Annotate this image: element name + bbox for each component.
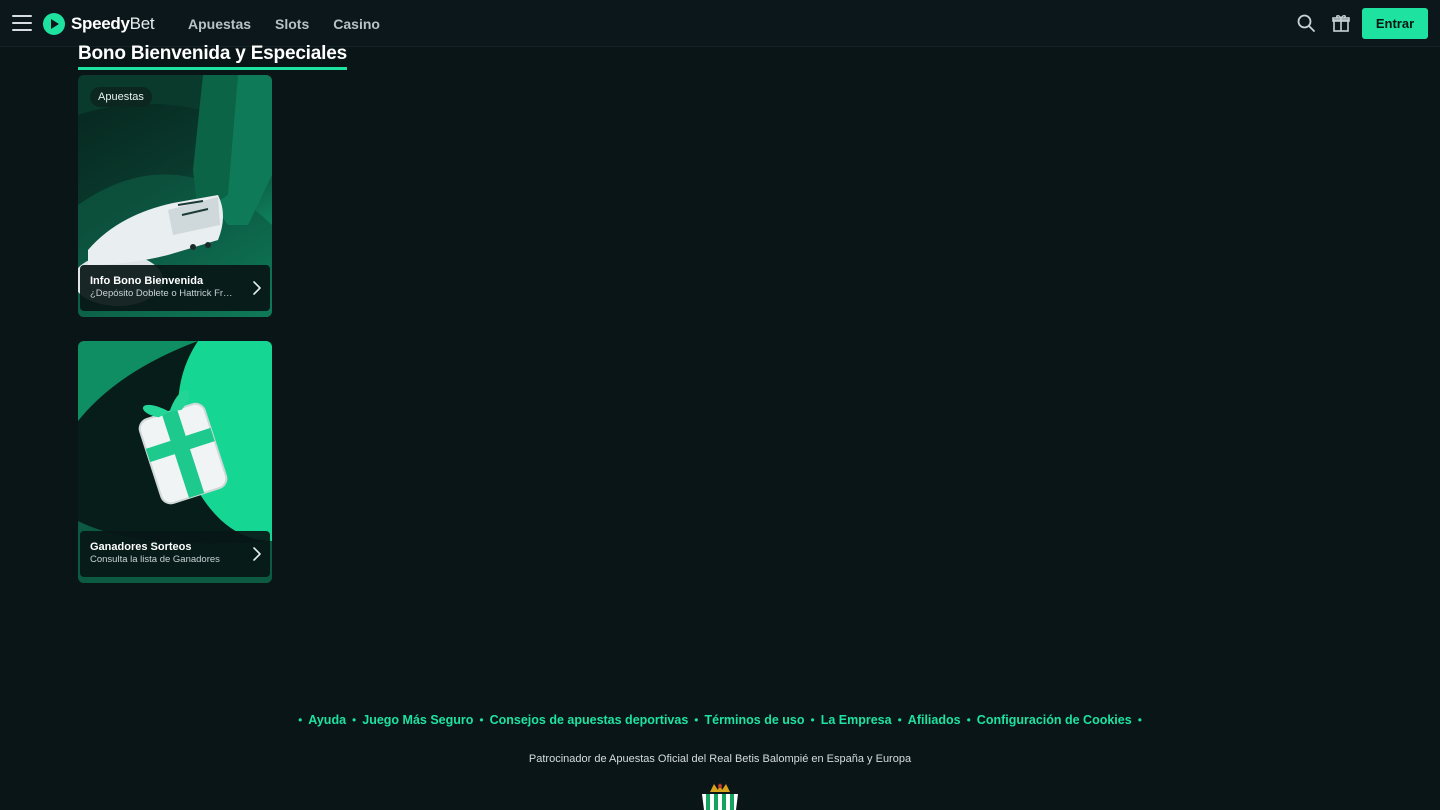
gift-icon[interactable] bbox=[1331, 13, 1351, 33]
logo-text: SpeedyBet bbox=[71, 14, 155, 33]
sponsor-text: Patrocinador de Apuestas Oficial del Rea… bbox=[528, 753, 912, 765]
footer-link-juego-seguro[interactable]: Juego Más Seguro bbox=[362, 713, 473, 727]
footer-link-ayuda[interactable]: Ayuda bbox=[308, 713, 346, 727]
hamburger-icon[interactable] bbox=[12, 14, 32, 32]
nav-slots[interactable]: Slots bbox=[275, 16, 309, 32]
card-footer: Info Bono Bienvenida ¿Depósito Doblete o… bbox=[80, 265, 270, 311]
promo-card-draw-winners[interactable]: Ganadores Sorteos Consulta la lista de G… bbox=[78, 341, 272, 583]
speedybet-logo[interactable]: SpeedyBet bbox=[42, 12, 155, 36]
chevron-right-icon bbox=[253, 281, 261, 295]
footer-link-afiliados[interactable]: Afiliados bbox=[908, 713, 961, 727]
card-subtitle: ¿Depósito Doblete o Hattrick Fr… bbox=[90, 288, 233, 299]
nav-casino[interactable]: Casino bbox=[333, 16, 380, 32]
chevron-right-icon bbox=[253, 547, 261, 561]
main-nav: Apuestas Slots Casino bbox=[188, 0, 404, 47]
footer-link-terminos[interactable]: Términos de uso bbox=[704, 713, 804, 727]
footer-link-cookies[interactable]: Configuración de Cookies bbox=[977, 713, 1132, 727]
real-betis-crest-icon bbox=[702, 783, 738, 810]
card-footer: Ganadores Sorteos Consulta la lista de G… bbox=[80, 531, 270, 577]
footer-links: • Ayuda • Juego Más Seguro • Consejos de… bbox=[298, 713, 1142, 727]
promo-card-welcome-bonus[interactable]: Apuestas Info Bono Bienvenida ¿Depósito … bbox=[78, 75, 272, 317]
nav-apuestas[interactable]: Apuestas bbox=[188, 16, 251, 32]
card-tag: Apuestas bbox=[90, 87, 152, 107]
card-subtitle: Consulta la lista de Ganadores bbox=[90, 554, 220, 565]
footer-link-consejos[interactable]: Consejos de apuestas deportivas bbox=[490, 713, 689, 727]
card-title: Ganadores Sorteos bbox=[90, 541, 192, 553]
search-icon[interactable] bbox=[1296, 13, 1316, 33]
section-title: Bono Bienvenida y Especiales bbox=[78, 43, 347, 70]
card-title: Info Bono Bienvenida bbox=[90, 275, 204, 287]
logo-play-icon bbox=[43, 13, 65, 35]
top-header: SpeedyBet Apuestas Slots Casino Entrar bbox=[0, 0, 1440, 47]
login-button[interactable]: Entrar bbox=[1362, 8, 1428, 39]
footer-link-empresa[interactable]: La Empresa bbox=[821, 713, 892, 727]
